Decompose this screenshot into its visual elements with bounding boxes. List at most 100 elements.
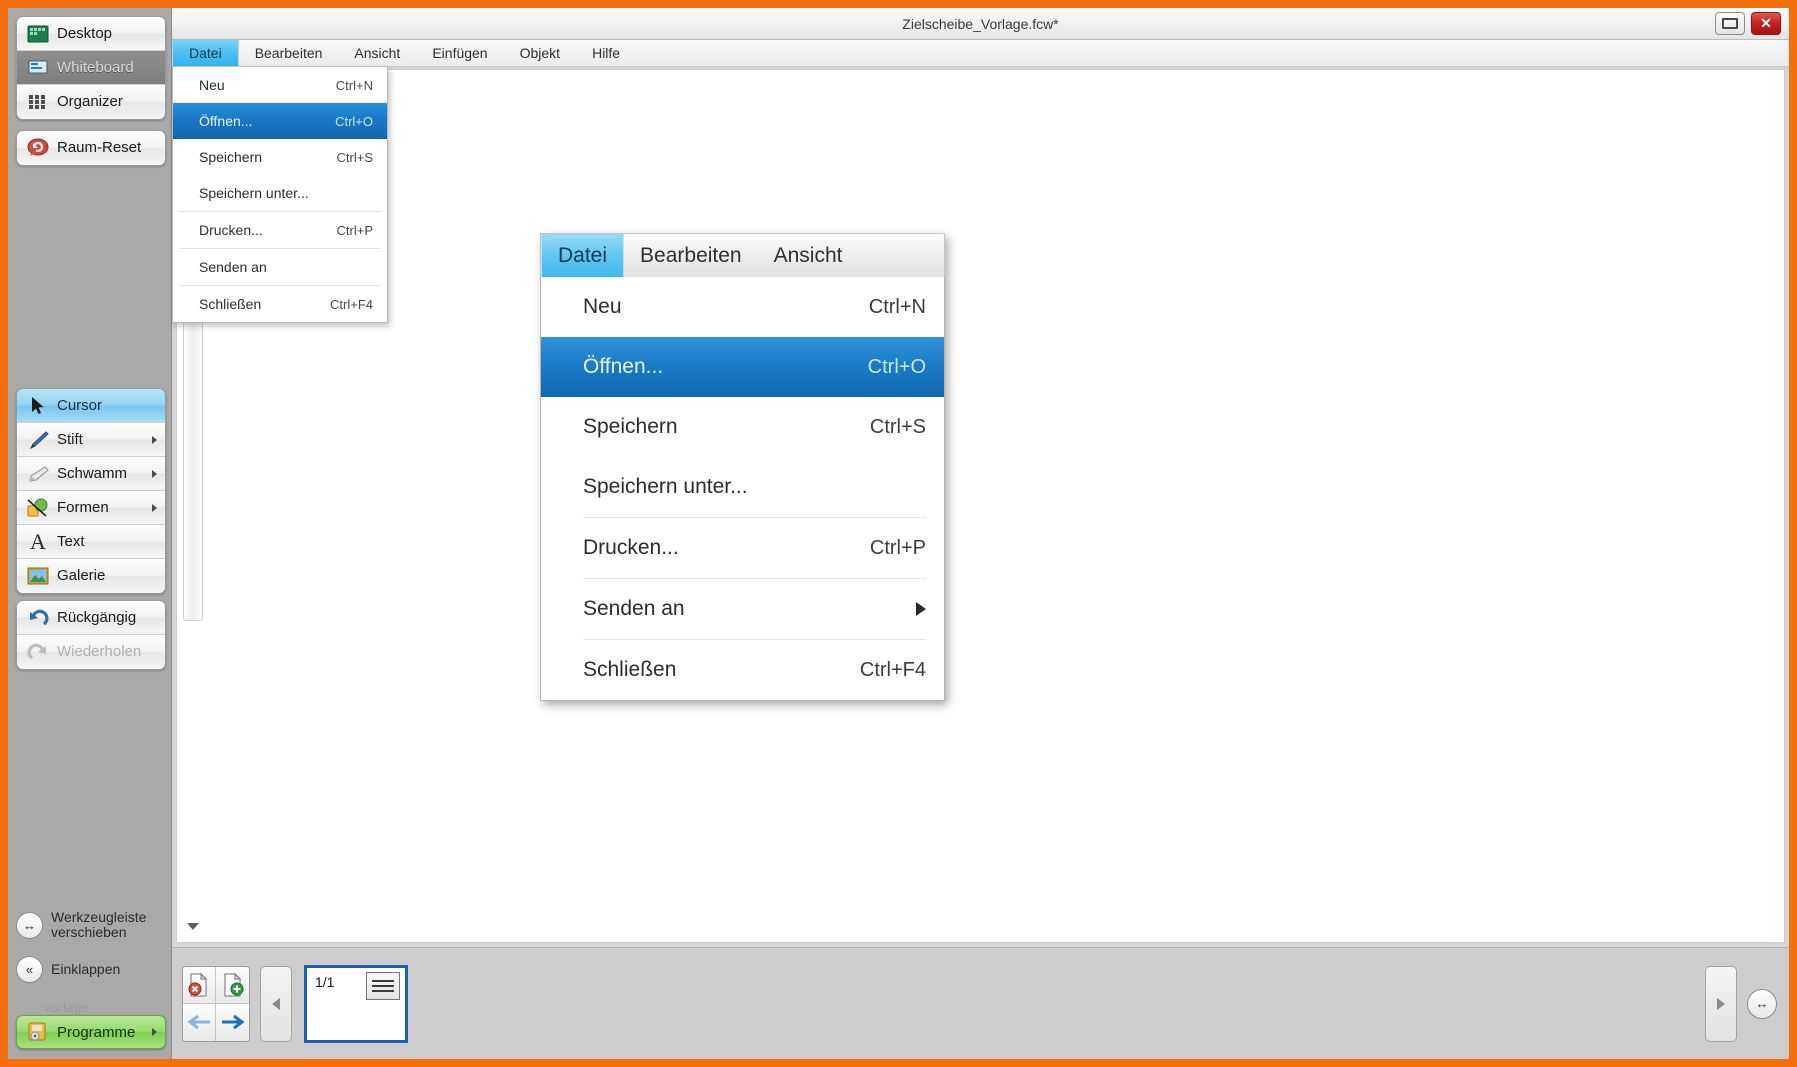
- magnified-item-speichern-unter[interactable]: Speichern unter...: [541, 457, 944, 517]
- bottombar-right-controls: ↔: [1695, 965, 1777, 1042]
- close-button[interactable]: ✕: [1751, 12, 1781, 35]
- menu-item-label: Speichern: [199, 149, 263, 165]
- file-menu-item-neu[interactable]: Neu Ctrl+N: [173, 67, 387, 103]
- menu-objekt[interactable]: Objekt: [504, 40, 576, 66]
- sidebar-tool-label: Cursor: [57, 396, 103, 414]
- file-menu-item-drucken[interactable]: Drucken... Ctrl+P: [173, 212, 387, 248]
- page-thumbnail[interactable]: 1/1: [304, 964, 408, 1043]
- menu-ansicht[interactable]: Ansicht: [338, 40, 416, 66]
- menu-item-label: Öffnen...: [199, 113, 253, 129]
- sidebar-item-whiteboard[interactable]: Whiteboard: [17, 51, 165, 85]
- sidebar-tool-cursor[interactable]: Cursor: [17, 389, 165, 423]
- chevron-right-icon: [152, 469, 157, 478]
- sidebar-item-desktop[interactable]: Desktop: [17, 17, 165, 51]
- file-menu-item-senden-an[interactable]: Senden an: [173, 249, 387, 285]
- sidebar-tool-formen[interactable]: Formen: [17, 491, 165, 525]
- sidebar-collapse[interactable]: « Einklappen: [16, 947, 166, 991]
- menu-bearbeiten[interactable]: Bearbeiten: [239, 40, 339, 66]
- menu-datei[interactable]: Datei: [172, 40, 239, 66]
- menu-item-accel: Ctrl+O: [867, 355, 926, 378]
- window-controls: ✕: [1715, 12, 1781, 35]
- magnified-menu-datei[interactable]: Datei: [541, 234, 625, 277]
- triangle-left-icon: [272, 997, 280, 1010]
- chevron-right-icon: [152, 503, 157, 512]
- menu-item-label: Drucken...: [199, 222, 263, 238]
- sidebar-action-label: Wiederholen: [57, 643, 142, 661]
- menu-item-label: Öffnen...: [583, 355, 664, 378]
- menu-item-accel: Ctrl+S: [336, 149, 373, 165]
- sidebar-room-reset-group: Raum-Reset: [16, 130, 166, 166]
- magnified-file-menu[interactable]: Datei Bearbeiten Ansicht Neu Ctrl+N Öffn…: [540, 233, 945, 701]
- menu-line: [372, 979, 394, 982]
- restore-button[interactable]: [1715, 12, 1745, 35]
- restore-icon: [1722, 18, 1738, 29]
- sidebar-tool-stift[interactable]: Stift: [17, 423, 165, 457]
- sidebar-item-label: Desktop: [57, 24, 113, 42]
- magnified-item-speichern[interactable]: Speichern Ctrl+S: [541, 397, 944, 457]
- sidebar-item-label: Organizer: [57, 93, 123, 111]
- sidebar-tool-galerie[interactable]: Galerie: [17, 559, 165, 593]
- organizer-grid-icon: [25, 91, 51, 113]
- page-navigation-bar: 1/1 ↔: [172, 947, 1789, 1059]
- magnified-item-schliessen[interactable]: Schließen Ctrl+F4: [541, 640, 944, 700]
- page-delete-button[interactable]: [183, 966, 216, 1004]
- magnified-item-oeffnen[interactable]: Öffnen... Ctrl+O: [541, 337, 944, 397]
- page-prev-button[interactable]: [183, 1003, 216, 1041]
- menu-item-accel: Ctrl+N: [868, 295, 926, 318]
- magnified-menu-list: Neu Ctrl+N Öffnen... Ctrl+O Speichern Ct…: [540, 277, 945, 701]
- magnified-item-senden-an[interactable]: Senden an: [541, 579, 944, 639]
- page-indicator: 1/1: [315, 973, 335, 990]
- menu-item-accel: Ctrl+P: [869, 536, 926, 559]
- title-bar: Zielscheibe_Vorlage.fcw* ✕: [172, 8, 1789, 40]
- page-scroll-right-button[interactable]: [1705, 965, 1737, 1042]
- sidebar-tool-label: Text: [57, 532, 85, 550]
- scroll-down-icon[interactable]: [187, 923, 199, 930]
- sidebar-footer-label: Einklappen: [51, 961, 121, 977]
- undo-arrow-icon: [25, 607, 51, 629]
- file-menu-item-schliessen[interactable]: Schließen Ctrl+F4: [173, 286, 387, 322]
- page-scroll-left-button[interactable]: [260, 965, 292, 1042]
- bottombar-resize-button[interactable]: ↔: [1747, 988, 1777, 1019]
- menu-item-label: Speichern unter...: [583, 475, 748, 498]
- sidebar-item-raum-reset[interactable]: Raum-Reset: [17, 131, 165, 165]
- magnified-item-neu[interactable]: Neu Ctrl+N: [541, 277, 944, 337]
- sidebar-item-label: Raum-Reset: [57, 139, 142, 157]
- magnified-item-drucken[interactable]: Drucken... Ctrl+P: [541, 518, 944, 578]
- eraser-icon: [25, 463, 51, 485]
- redo-arrow-icon: [25, 641, 51, 663]
- sidebar-item-organizer[interactable]: Organizer: [17, 85, 165, 119]
- file-menu-item-speichern-unter[interactable]: Speichern unter...: [173, 175, 387, 211]
- programs-button[interactable]: Programme: [16, 1015, 166, 1049]
- file-menu-dropdown[interactable]: Neu Ctrl+N Öffnen... Ctrl+O Speichern Ct…: [172, 67, 388, 323]
- gallery-picture-icon: [25, 565, 51, 587]
- file-menu-item-oeffnen[interactable]: Öffnen... Ctrl+O: [173, 103, 387, 139]
- menu-item-accel: Ctrl+S: [869, 415, 926, 438]
- sidebar-tool-schwamm[interactable]: Schwamm: [17, 457, 165, 491]
- file-menu-item-speichern[interactable]: Speichern Ctrl+S: [173, 139, 387, 175]
- page-add-button[interactable]: [216, 966, 249, 1004]
- magnified-menu-ansicht[interactable]: Ansicht: [758, 234, 859, 277]
- menu-item-accel: Ctrl+F4: [859, 658, 926, 681]
- sidebar-action-undo[interactable]: Rückgängig: [17, 601, 165, 635]
- canvas-area[interactable]: [172, 67, 1789, 947]
- menu-item-accel: Ctrl+N: [335, 77, 373, 93]
- page-next-button[interactable]: [216, 1003, 249, 1041]
- menu-item-label: Drucken...: [583, 536, 679, 559]
- sidebar-move-toolbar[interactable]: ↔ Werkzeugleiste verschieben: [16, 903, 166, 947]
- programs-label: Programme: [57, 1023, 136, 1041]
- sidebar-footer-group: ↔ Werkzeugleiste verschieben « Einklappe…: [16, 903, 166, 991]
- ghost-label: vorlage: [44, 1000, 90, 1015]
- whiteboard-page[interactable]: [176, 69, 1785, 943]
- menu-hilfe[interactable]: Hilfe: [576, 40, 636, 66]
- page-menu-icon[interactable]: [366, 971, 400, 1000]
- magnified-menu-bearbeiten[interactable]: Bearbeiten: [624, 234, 758, 277]
- menu-einfuegen[interactable]: Einfügen: [416, 40, 503, 66]
- sidebar-nav-group: Desktop Whiteboard Organizer: [16, 16, 166, 120]
- menu-item-label: Neu: [199, 77, 225, 93]
- sidebar-item-label: Whiteboard: [57, 58, 134, 76]
- sidebar-tool-label: Formen: [57, 498, 109, 516]
- sidebar-tool-text[interactable]: A Text: [17, 525, 165, 559]
- menu-item-accel: Ctrl+F4: [330, 296, 373, 312]
- programs-icon: [25, 1021, 51, 1043]
- shapes-icon: [25, 497, 51, 519]
